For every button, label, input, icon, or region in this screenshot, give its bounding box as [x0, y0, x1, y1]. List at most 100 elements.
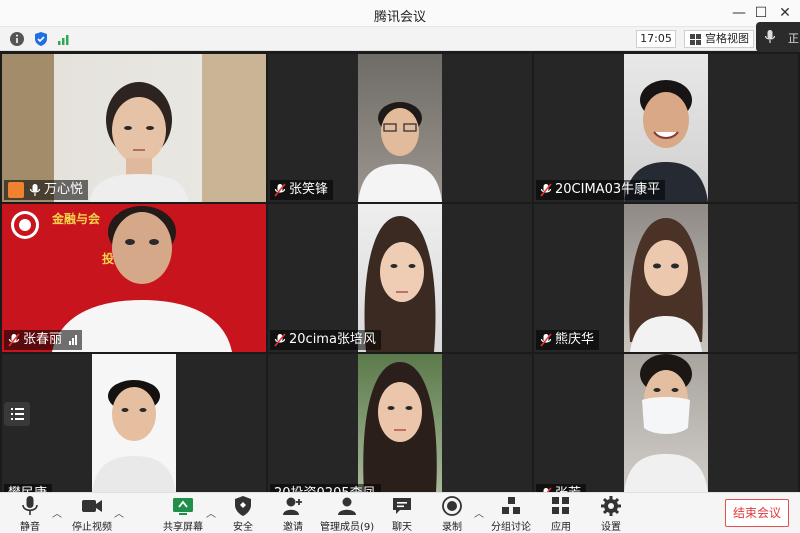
camera-icon: [82, 500, 102, 512]
end-meeting-button[interactable]: 结束会议: [725, 499, 789, 527]
participant-name-tag: 20CIMA03牛康平: [536, 180, 666, 200]
participant-name: 20投资0205李凤: [274, 484, 376, 492]
info-icon[interactable]: [9, 31, 25, 47]
mute-options-caret-icon[interactable]: ︿: [52, 505, 62, 520]
record-icon: [442, 496, 462, 516]
host-icon: [8, 182, 24, 198]
video-tile[interactable]: 张芳: [534, 354, 798, 492]
share-options-caret-icon[interactable]: ︿: [206, 505, 216, 520]
current-speaker-indicator: 正: [756, 22, 800, 52]
video-feed: [92, 354, 176, 492]
video-options-caret-icon[interactable]: ︿: [114, 505, 124, 520]
participant-name-tag: 樊民康: [4, 484, 53, 492]
network-signal-icon: [69, 335, 78, 345]
participant-name-tag: 20cima张培风: [270, 330, 381, 350]
participant-name: 张芳: [555, 484, 581, 492]
video-feed: [624, 354, 708, 492]
mute-button[interactable]: 静音: [12, 495, 48, 533]
participant-name: 张春丽: [23, 332, 63, 347]
share-screen-icon: [173, 498, 193, 515]
settings-button[interactable]: 设置: [598, 495, 624, 533]
maximize-icon[interactable]: ☐: [750, 3, 772, 23]
mic-muted-icon: [540, 333, 552, 347]
signal-icon[interactable]: [56, 31, 72, 47]
video-tile[interactable]: 20CIMA03牛康平: [534, 54, 798, 202]
participant-face: [624, 354, 708, 492]
grid-icon: [690, 34, 701, 45]
record-options-caret-icon[interactable]: ︿: [474, 505, 484, 520]
chat-button[interactable]: 聊天: [388, 495, 416, 533]
manage-members-label: 管理成员(9): [320, 522, 375, 533]
add-user-icon: [283, 497, 302, 515]
member-list-toggle[interactable]: [4, 402, 30, 426]
mic-muted-icon: [8, 333, 20, 347]
participant-face: [358, 102, 442, 202]
grid-view-button[interactable]: 宫格视图: [684, 30, 754, 48]
video-tile[interactable]: 万心悦: [2, 54, 266, 202]
invite-label: 邀请: [283, 522, 303, 533]
mic-muted-icon: [274, 333, 286, 347]
video-tile[interactable]: 熊庆华: [534, 204, 798, 352]
video-tile[interactable]: 20cima张培风: [268, 204, 532, 352]
record-button[interactable]: 录制: [438, 495, 466, 533]
record-label: 录制: [442, 522, 462, 533]
mute-label: 静音: [20, 522, 40, 533]
mic-muted-icon: [540, 183, 552, 197]
video-feed: [358, 54, 442, 202]
title-bar: 腾讯会议 — ☐ ✕: [0, 0, 800, 27]
participant-name: 张笑锋: [289, 182, 329, 197]
settings-label: 设置: [601, 522, 621, 533]
manage-members-button[interactable]: 管理成员(9): [320, 495, 374, 533]
participant-name-tag: 熊庆华: [536, 330, 600, 350]
video-tile[interactable]: 20投资0205李凤: [268, 354, 532, 492]
mic-icon: [29, 184, 41, 196]
video-feed: [624, 204, 708, 352]
participant-name-tag: 张芳: [536, 484, 587, 492]
mic-icon: [22, 496, 38, 515]
window-title: 腾讯会议: [373, 10, 426, 25]
info-bar: 17:05 宫格视图: [0, 27, 800, 51]
video-tile[interactable]: 樊民康: [2, 354, 266, 492]
minimize-icon[interactable]: —: [728, 3, 750, 23]
participant-face: [92, 380, 176, 492]
meeting-toolbar: 静音 ︿ 停止视频 ︿ 共享屏幕 ︿ 安全 邀请 管理成员(9) 聊天 录制 ︿…: [0, 492, 800, 533]
security-button[interactable]: 安全: [228, 495, 258, 533]
meeting-window: 腾讯会议 — ☐ ✕ 17:05 宫格视图 正 万心悦 张笑锋 20CIMA03…: [0, 0, 800, 533]
share-screen-button[interactable]: 共享屏幕: [162, 495, 204, 533]
mic-muted-icon: [274, 183, 286, 197]
apps-button[interactable]: 应用: [548, 495, 574, 533]
security-label: 安全: [233, 522, 253, 533]
chat-label: 聊天: [392, 522, 412, 533]
meeting-timer: 17:05: [636, 30, 676, 48]
shield-icon[interactable]: [33, 31, 49, 47]
video-tile[interactable]: 金融与会 科生毕 投 张春丽: [2, 204, 266, 352]
participant-face: [89, 82, 189, 202]
participant-face: [363, 362, 437, 492]
mic-icon: [764, 30, 776, 43]
stop-video-label: 停止视频: [72, 522, 112, 533]
speaker-name: 正: [788, 32, 799, 45]
share-screen-label: 共享屏幕: [163, 522, 203, 533]
participant-name: 熊庆华: [555, 332, 595, 347]
apps-icon: [552, 497, 569, 514]
breakout-rooms-button[interactable]: 分组讨论: [490, 495, 532, 533]
participant-name-tag: 20投资0205李凤: [270, 484, 381, 492]
shield-icon: [235, 496, 251, 516]
video-grid: 万心悦 张笑锋 20CIMA03牛康平 金融与会 科生毕 投 张春丽 20cim…: [0, 52, 800, 492]
stop-video-button[interactable]: 停止视频: [70, 495, 114, 533]
participant-name: 20CIMA03牛康平: [555, 182, 661, 197]
chat-icon: [393, 498, 411, 514]
participant-name: 樊民康: [8, 484, 47, 492]
gear-icon: [601, 496, 621, 516]
grid-view-label: 宫格视图: [705, 32, 749, 45]
participant-face: [629, 218, 703, 352]
participant-name: 20cima张培风: [289, 332, 376, 347]
video-feed: [358, 354, 442, 492]
breakout-label: 分组讨论: [491, 522, 531, 533]
apps-label: 应用: [551, 522, 571, 533]
video-tile[interactable]: 张笑锋: [268, 54, 532, 202]
participant-name-tag: 张春丽: [4, 330, 83, 350]
close-icon[interactable]: ✕: [774, 3, 796, 23]
invite-button[interactable]: 邀请: [278, 495, 308, 533]
breakout-icon: [502, 497, 520, 514]
